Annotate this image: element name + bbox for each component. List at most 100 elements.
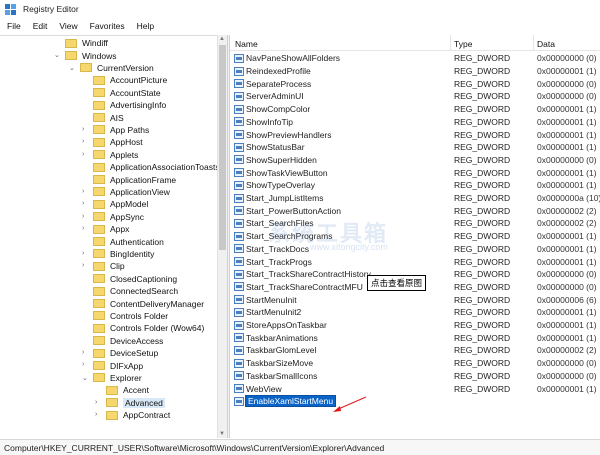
list-row[interactable]: StartMenuInit REG_DWORD 0x00000006 (6) xyxy=(230,293,600,306)
tree-item[interactable]: Clip xyxy=(93,260,125,272)
list-row[interactable]: ShowCompColor REG_DWORD 0x00000001 (1) xyxy=(230,103,600,116)
scroll-down-icon[interactable]: ▼ xyxy=(219,431,225,437)
list-row[interactable]: Start_JumpListItems REG_DWORD 0x0000000a (… xyxy=(230,192,600,205)
folder-icon xyxy=(93,212,105,222)
column-data[interactable]: Data xyxy=(537,39,555,49)
value-name: ShowCompColor xyxy=(246,104,311,115)
tree-expander-icon[interactable]: › xyxy=(82,126,84,133)
column-name[interactable]: Name xyxy=(235,39,258,49)
tree-expander-icon[interactable]: › xyxy=(82,138,84,145)
tree-item[interactable]: AppSync xyxy=(93,211,144,223)
tree-item[interactable]: ClosedCaptioning xyxy=(93,273,177,285)
tree-item[interactable]: AppModel xyxy=(93,198,148,210)
tree-item[interactable]: AccountState xyxy=(93,87,161,99)
tree-item[interactable]: AppContract xyxy=(106,409,170,421)
tree-item[interactable]: BingIdentity xyxy=(93,248,154,260)
tree-expander-icon[interactable]: ⌄ xyxy=(69,64,75,72)
tree-item[interactable]: ApplicationAssociationToasts xyxy=(93,161,220,173)
key-tree[interactable]: Windiff ⌄ Windows ⌄ CurrentVersion AccountPic… xyxy=(0,35,227,438)
scroll-up-icon[interactable]: ▲ xyxy=(219,36,225,42)
list-row[interactable]: ReindexedProfile REG_DWORD 0x00000001 (1) xyxy=(230,65,600,78)
tree-item[interactable]: AccountPicture xyxy=(93,74,167,86)
tree-scroll-thumb[interactable] xyxy=(219,45,226,250)
list-row[interactable]: ServerAdminUI REG_DWORD 0x00000000 (0) xyxy=(230,90,600,103)
tree-item[interactable]: CurrentVersion xyxy=(80,62,154,74)
list-row[interactable]: ShowStatusBar REG_DWORD 0x00000001 (1) xyxy=(230,141,600,154)
tree-item[interactable]: Authentication xyxy=(93,235,164,247)
value-type: REG_DWORD xyxy=(454,142,511,153)
tree-expander-icon[interactable]: › xyxy=(95,411,97,418)
tree-item[interactable]: AIS xyxy=(93,111,124,123)
tree-item[interactable]: Applets xyxy=(93,149,138,161)
value-type: REG_DWORD xyxy=(454,154,511,165)
value-type: REG_DWORD xyxy=(454,66,511,77)
tree-item[interactable]: DIFxApp xyxy=(93,359,143,371)
menu-file[interactable]: File xyxy=(7,21,21,31)
list-row[interactable]: NavPaneShowAllFolders REG_DWORD 0x00000000… xyxy=(230,52,600,65)
value-name: SeparateProcess xyxy=(246,78,312,89)
tree-item[interactable]: Controls Folder xyxy=(93,310,168,322)
tree-item-label: ClosedCaptioning xyxy=(110,273,178,284)
list-row[interactable]: TaskbarSmallIcons REG_DWORD 0x00000000 (0) xyxy=(230,370,600,383)
list-row[interactable]: EnableXamlStartMenu xyxy=(230,395,600,408)
tree-expander-icon[interactable]: › xyxy=(82,361,84,368)
tree-item[interactable]: App Paths xyxy=(93,124,149,136)
list-row[interactable]: StartMenuInit2 REG_DWORD 0x00000001 (1) xyxy=(230,306,600,319)
registry-editor-icon xyxy=(5,3,17,15)
tree-item-label: Controls Folder (Wow64) xyxy=(110,323,205,334)
tree-item[interactable]: DeviceSetup xyxy=(93,347,158,359)
list-row[interactable]: WebView REG_DWORD 0x00000001 (1) xyxy=(230,382,600,395)
list-row[interactable]: ShowInfoTip REG_DWORD 0x00000001 (1) xyxy=(230,116,600,129)
tree-expander-icon[interactable]: › xyxy=(82,262,84,269)
tree-item[interactable]: DeviceAccess xyxy=(93,335,163,347)
tree-item[interactable]: Controls Folder (Wow64) xyxy=(93,322,204,334)
tree-item[interactable]: ApplicationView xyxy=(93,186,170,198)
list-row[interactable]: ShowSuperHidden REG_DWORD 0x00000000 (0) xyxy=(230,154,600,167)
column-divider[interactable] xyxy=(533,35,534,51)
menu-help[interactable]: Help xyxy=(137,21,154,31)
list-row[interactable]: SeparateProcess REG_DWORD 0x00000000 (0) xyxy=(230,77,600,90)
value-type: REG_DWORD xyxy=(454,180,511,191)
tree-item[interactable]: ContentDeliveryManager xyxy=(93,297,204,309)
tree-item[interactable]: Windows xyxy=(65,49,116,61)
tree-expander-icon[interactable]: ⌄ xyxy=(54,51,60,59)
tree-item[interactable]: Accent xyxy=(106,384,149,396)
value-data: 0x00000001 (1) xyxy=(537,142,597,153)
menu-view[interactable]: View xyxy=(59,21,77,31)
tree-expander-icon[interactable]: ⌄ xyxy=(82,374,88,382)
column-type[interactable]: Type xyxy=(454,39,472,49)
rename-value-input[interactable]: EnableXamlStartMenu xyxy=(245,395,337,408)
menu-favorites[interactable]: Favorites xyxy=(90,21,125,31)
tree-expander-icon[interactable]: › xyxy=(82,250,84,257)
list-row[interactable]: TaskbarGlomLevel REG_DWORD 0x00000002 (2) xyxy=(230,344,600,357)
value-type: REG_DWORD xyxy=(454,294,511,305)
value-name: TaskbarSizeMove xyxy=(246,358,314,369)
tree-item[interactable]: Windiff xyxy=(65,37,108,49)
list-row[interactable]: StoreAppsOnTaskbar REG_DWORD 0x00000001 (1… xyxy=(230,319,600,332)
menu-edit[interactable]: Edit xyxy=(33,21,48,31)
tree-expander-icon[interactable]: › xyxy=(82,188,84,195)
tree-item[interactable]: ConnectedSearch xyxy=(93,285,178,297)
dword-value-icon xyxy=(234,282,244,292)
tree-expander-icon[interactable]: › xyxy=(82,200,84,207)
tree-item[interactable]: AdvertisingInfo xyxy=(93,99,166,111)
tree-item[interactable]: Explorer xyxy=(93,372,142,384)
list-row[interactable]: TaskbarSizeMove REG_DWORD 0x00000000 (0) xyxy=(230,357,600,370)
list-row[interactable]: ShowTypeOverlay REG_DWORD 0x00000001 (1) xyxy=(230,179,600,192)
dword-value-icon xyxy=(234,218,244,228)
tree-scrollbar[interactable]: ▲ ▼ xyxy=(217,35,227,438)
column-divider[interactable] xyxy=(450,35,451,51)
tree-item[interactable]: ApplicationFrame xyxy=(93,173,176,185)
tree-expander-icon[interactable]: › xyxy=(95,399,97,406)
tree-expander-icon[interactable]: › xyxy=(82,225,84,232)
tree-item[interactable]: AppHost xyxy=(93,136,143,148)
tree-item[interactable]: Appx xyxy=(93,223,129,235)
list-row[interactable]: Start_TrackProgs REG_DWORD 0x00000001 (1) xyxy=(230,255,600,268)
list-row[interactable]: ShowPreviewHandlers REG_DWORD 0x00000001 (… xyxy=(230,128,600,141)
tree-item[interactable]: Advanced xyxy=(106,397,165,409)
tree-expander-icon[interactable]: › xyxy=(82,213,84,220)
tree-expander-icon[interactable]: › xyxy=(82,349,84,356)
list-row[interactable]: ShowTaskViewButton REG_DWORD 0x00000001 (1… xyxy=(230,166,600,179)
tree-expander-icon[interactable]: › xyxy=(82,151,84,158)
list-row[interactable]: TaskbarAnimations REG_DWORD 0x00000001 (1) xyxy=(230,331,600,344)
